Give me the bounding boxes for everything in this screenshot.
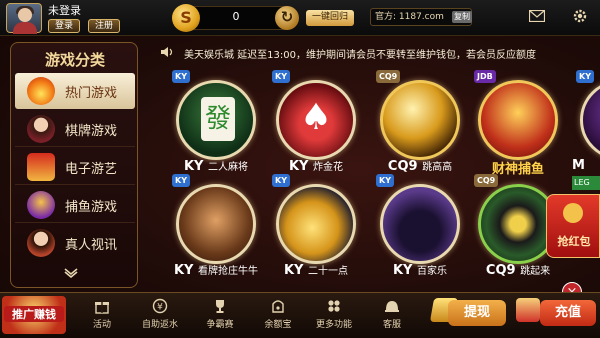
avatar-body — [13, 22, 37, 34]
provider-badge: CQ9 — [474, 174, 499, 187]
live-dealer-icon — [27, 229, 55, 257]
provider-badge: KY — [272, 174, 290, 187]
avatar[interactable] — [6, 3, 42, 34]
flame-icon — [27, 77, 55, 105]
game-tile-mahjong[interactable]: 發 KY KY 二人麻将 — [168, 70, 264, 182]
game-tile-zhajinhua[interactable]: ♠ KY KY 炸金花 — [268, 70, 364, 182]
announcement-marquee: 美天娱乐城 延迟至13:00，维护期间请会员不要转至维护钱包，若会员反应额度 — [184, 50, 536, 61]
red-envelope-button[interactable]: 抢红包 — [546, 194, 600, 258]
gear-icon[interactable] — [572, 8, 588, 24]
slot-machine-icon — [27, 153, 55, 181]
nav-more[interactable]: 更多功能 — [310, 296, 358, 336]
copy-button[interactable]: 复制 — [452, 11, 472, 23]
mahjong-tile-icon: 發 — [176, 80, 256, 160]
mail-icon[interactable] — [529, 10, 545, 22]
nav-label: 活动 — [92, 320, 111, 330]
trophy-icon — [216, 300, 224, 313]
category-item-hot[interactable]: 热门游戏 — [15, 73, 135, 109]
provider-badge: KY — [172, 70, 190, 83]
red-envelope-label: 抢红包 — [557, 235, 591, 248]
game-tile-niuniu[interactable]: KY KY 看牌抢庄牛牛 — [168, 174, 264, 286]
nav-yuebao[interactable]: 余额宝 — [254, 296, 302, 336]
provider-badge: KY — [576, 70, 594, 83]
game-title: KY 二人麻将 — [183, 159, 249, 174]
provider-badge: KY — [272, 70, 290, 83]
game-title: KY 看牌抢庄牛牛 — [173, 263, 259, 278]
gold-coins-icon — [276, 184, 356, 264]
category-label: 捕鱼游戏 — [65, 200, 118, 215]
provider-badge: JDB — [474, 70, 496, 83]
support-icon — [385, 301, 399, 312]
deposit-wallet-icon — [516, 298, 540, 322]
coin-icon: S — [172, 4, 200, 32]
lec-badge: LEG — [572, 176, 600, 190]
category-title: 游戏分类 — [44, 51, 105, 69]
provider-badge: KY — [376, 174, 394, 187]
category-item-fishing[interactable]: 捕鱼游戏 — [15, 187, 135, 223]
category-label: 电子游艺 — [65, 162, 118, 177]
nav-label: 余额宝 — [264, 320, 292, 330]
chevron-down-icon[interactable] — [64, 268, 78, 278]
game-tile-partial[interactable]: KY M — [572, 70, 600, 182]
category-label: 棋牌游戏 — [65, 124, 118, 139]
envelope-seal-icon — [563, 203, 583, 223]
category-item-slots[interactable]: 电子游艺 — [15, 149, 135, 185]
disco-ball-icon — [380, 80, 460, 160]
nav-label: 争霸赛 — [206, 320, 234, 330]
balance-value: 0 — [232, 10, 240, 23]
gift-icon — [95, 302, 109, 314]
category-item-live[interactable]: 真人视讯 — [15, 225, 135, 261]
game-title: KY 二十一点 — [283, 263, 349, 278]
category-panel: 游戏分类 热门游戏 棋牌游戏 电子游艺 捕鱼游戏 真人视讯 — [10, 42, 138, 288]
nav-tournament[interactable]: 争霸赛 — [196, 296, 244, 336]
grid-icon — [328, 300, 340, 312]
game-title: M — [572, 158, 585, 173]
login-status: 未登录 — [48, 4, 81, 17]
game-tile-fortune-fishing[interactable]: JDB 财神捕鱼 — [470, 70, 566, 182]
speaker-icon — [161, 47, 173, 57]
dealer-icon — [27, 115, 55, 143]
nav-activity[interactable]: 活动 — [78, 296, 126, 336]
provider-badge: CQ9 — [376, 70, 401, 83]
avatar-head — [18, 8, 32, 22]
fish-icon — [27, 191, 55, 219]
partial-icon — [580, 80, 600, 160]
nav-label: 客服 — [382, 320, 401, 330]
game-tile-blackjack[interactable]: KY KY 二十一点 — [268, 174, 364, 286]
nav-support[interactable]: 客服 — [368, 296, 416, 336]
deposit-button[interactable]: 充值 — [540, 300, 596, 326]
referral-label: 推广赚钱 — [4, 306, 64, 322]
refresh-icon[interactable]: ↻ — [275, 6, 299, 30]
magic-hat-icon — [380, 184, 460, 264]
provider-badge: KY — [172, 174, 190, 187]
bull-icon — [176, 184, 256, 264]
category-label: 真人视讯 — [65, 238, 118, 253]
cashback-icon: ¥ — [152, 298, 168, 314]
svg-text:¥: ¥ — [157, 303, 163, 313]
game-title: CQ9 跳高高 — [387, 159, 453, 174]
wallet-icon — [272, 300, 284, 313]
game-title: KY 炸金花 — [288, 159, 344, 174]
poker-chips-icon: ♠ — [276, 80, 356, 160]
nav-label: 自助返水 — [141, 320, 178, 330]
category-item-chess[interactable]: 棋牌游戏 — [15, 111, 135, 147]
nav-cashback[interactable]: ¥ 自助返水 — [136, 296, 184, 336]
game-tile-baccarat[interactable]: KY KY 百家乐 — [372, 174, 468, 286]
login-button[interactable]: 登录 — [48, 19, 80, 33]
withdraw-button[interactable]: 提现 — [448, 300, 506, 326]
game-title: KY 百家乐 — [392, 263, 448, 278]
game-tile-jump-high[interactable]: CQ9 CQ9 跳高高 — [372, 70, 468, 182]
category-label: 热门游戏 — [65, 86, 118, 101]
game-title: CQ9 跳起来 — [485, 263, 551, 278]
one-click-return-button[interactable]: 一键回归 — [306, 10, 354, 26]
register-button[interactable]: 注册 — [88, 19, 120, 33]
fortune-god-icon — [478, 80, 558, 160]
nav-label: 更多功能 — [315, 320, 352, 330]
